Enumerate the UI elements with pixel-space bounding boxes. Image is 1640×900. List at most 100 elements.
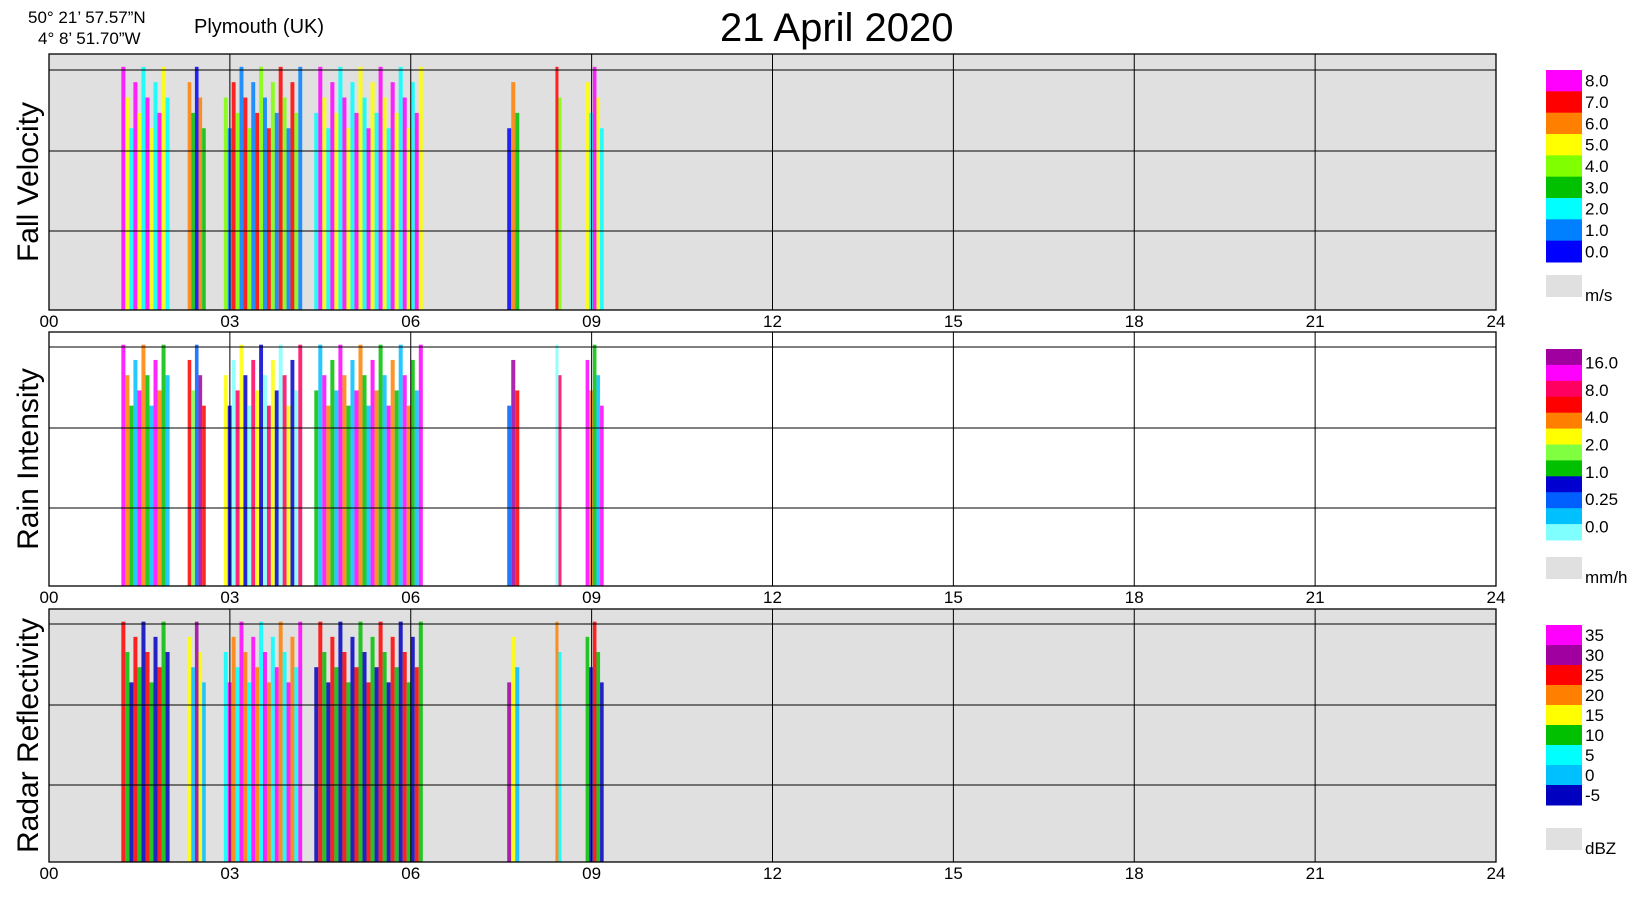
- colorbar-label: 35: [1585, 626, 1604, 645]
- precip-stripe: [342, 375, 347, 586]
- precip-stripe: [390, 359, 395, 586]
- colorbar-label: 1.0: [1585, 463, 1609, 482]
- precip-stripe: [330, 636, 335, 862]
- precip-stripe: [410, 359, 415, 586]
- precip-stripe: [286, 128, 291, 310]
- colorbar-label: 2.0: [1585, 200, 1609, 219]
- x-tick-label: 09: [582, 312, 601, 331]
- colorbar-label: 7.0: [1585, 93, 1609, 112]
- colorbar-swatch: [1546, 444, 1582, 461]
- precip-stripe: [378, 621, 383, 862]
- x-tick-label: 15: [944, 312, 963, 331]
- colorbar-label: 1.0: [1585, 221, 1609, 240]
- precip-stripe: [298, 344, 303, 586]
- precip-stripe: [358, 344, 363, 586]
- precip-stripe: [592, 621, 597, 862]
- precip-stripe: [161, 344, 166, 586]
- x-tick-label: 24: [1487, 864, 1506, 883]
- precip-stripe: [592, 344, 597, 586]
- colorbar-swatch: [1546, 396, 1582, 414]
- precip-stripe: [418, 344, 423, 586]
- precip-stripe: [243, 97, 248, 311]
- precip-stripe: [585, 636, 590, 862]
- colorbar-swatch: [1546, 765, 1582, 786]
- x-tick-label: 03: [220, 864, 239, 883]
- colorbar-label: 30: [1585, 646, 1604, 665]
- precip-stripe: [290, 82, 295, 310]
- precip-stripe: [394, 390, 399, 586]
- precip-stripe: [394, 667, 399, 862]
- precip-stripe: [251, 82, 256, 310]
- precip-stripe: [239, 621, 244, 862]
- precip-stripe: [600, 682, 604, 862]
- colorbar-label: 0.0: [1585, 517, 1609, 536]
- precip-stripe: [322, 375, 327, 586]
- precip-stripe: [286, 405, 291, 586]
- precip-stripe: [346, 682, 351, 862]
- precip-stripe: [358, 621, 363, 862]
- precip-stripe: [507, 682, 512, 862]
- precip-stripe: [314, 112, 319, 310]
- precip-stripe: [191, 667, 195, 862]
- colorbar-label: 8.0: [1585, 381, 1609, 400]
- precip-stripe: [121, 66, 126, 310]
- precip-stripe: [235, 112, 240, 310]
- precip-stripe: [274, 390, 279, 586]
- precip-stripe: [334, 667, 339, 862]
- precip-stripe: [511, 636, 516, 862]
- precip-stripe: [202, 682, 206, 862]
- precip-stripe: [322, 652, 327, 862]
- precip-stripe: [334, 390, 339, 586]
- colorbar-label: 4.0: [1585, 408, 1609, 427]
- colorbar-label: 0: [1585, 766, 1594, 785]
- x-tick-label: 15: [944, 864, 963, 883]
- precip-stripe: [366, 405, 371, 586]
- colorbar-swatch: [1546, 745, 1582, 766]
- colorbar-label: 15: [1585, 706, 1604, 725]
- precip-stripe: [191, 112, 195, 310]
- colorbar: 35302520151050-5 dBZ: [1546, 625, 1616, 858]
- precip-stripe: [314, 390, 319, 586]
- precip-stripe: [125, 97, 130, 311]
- precip-stripe: [153, 359, 158, 586]
- precip-stripe: [555, 66, 559, 310]
- precip-stripe: [282, 97, 287, 311]
- precip-stripe: [511, 82, 516, 310]
- precip-stripe: [386, 682, 391, 862]
- colorbar-label: 2.0: [1585, 436, 1609, 455]
- x-tick-label: 06: [401, 588, 420, 607]
- precip-stripe: [402, 97, 407, 311]
- precip-stripe: [338, 621, 343, 862]
- colorbar-label: 3.0: [1585, 178, 1609, 197]
- precip-stripe: [596, 652, 601, 862]
- precip-stripe: [318, 344, 323, 586]
- precip-stripe: [270, 636, 275, 862]
- precip-stripe: [374, 112, 379, 310]
- precip-stripe: [596, 375, 601, 586]
- precip-stripe: [129, 682, 134, 862]
- colorbar-swatch: [1546, 665, 1582, 686]
- x-tick-label: 18: [1125, 588, 1144, 607]
- x-tick-label: 00: [40, 588, 59, 607]
- precip-stripe: [414, 112, 419, 310]
- precip-stripe: [334, 112, 339, 310]
- precip-stripe: [507, 128, 512, 310]
- precip-stripe: [149, 405, 154, 586]
- colorbar-label: 4.0: [1585, 157, 1609, 176]
- colorbar-label: -5: [1585, 786, 1600, 805]
- precip-stripe: [121, 621, 126, 862]
- colorbar-swatch: [1546, 508, 1582, 525]
- precip-stripe: [278, 621, 283, 862]
- precip-stripe: [596, 97, 601, 311]
- x-tick-label: 24: [1487, 312, 1506, 331]
- precip-stripe: [338, 344, 343, 586]
- precip-stripe: [194, 344, 199, 586]
- colorbar-swatch: [1546, 625, 1582, 646]
- precip-stripe: [511, 359, 516, 586]
- precip-stripe: [589, 667, 593, 862]
- precip-stripe: [255, 112, 260, 310]
- precip-stripe: [137, 667, 142, 862]
- precip-stripe: [354, 390, 359, 586]
- precip-stripe: [149, 682, 154, 862]
- precip-stripe: [398, 621, 403, 862]
